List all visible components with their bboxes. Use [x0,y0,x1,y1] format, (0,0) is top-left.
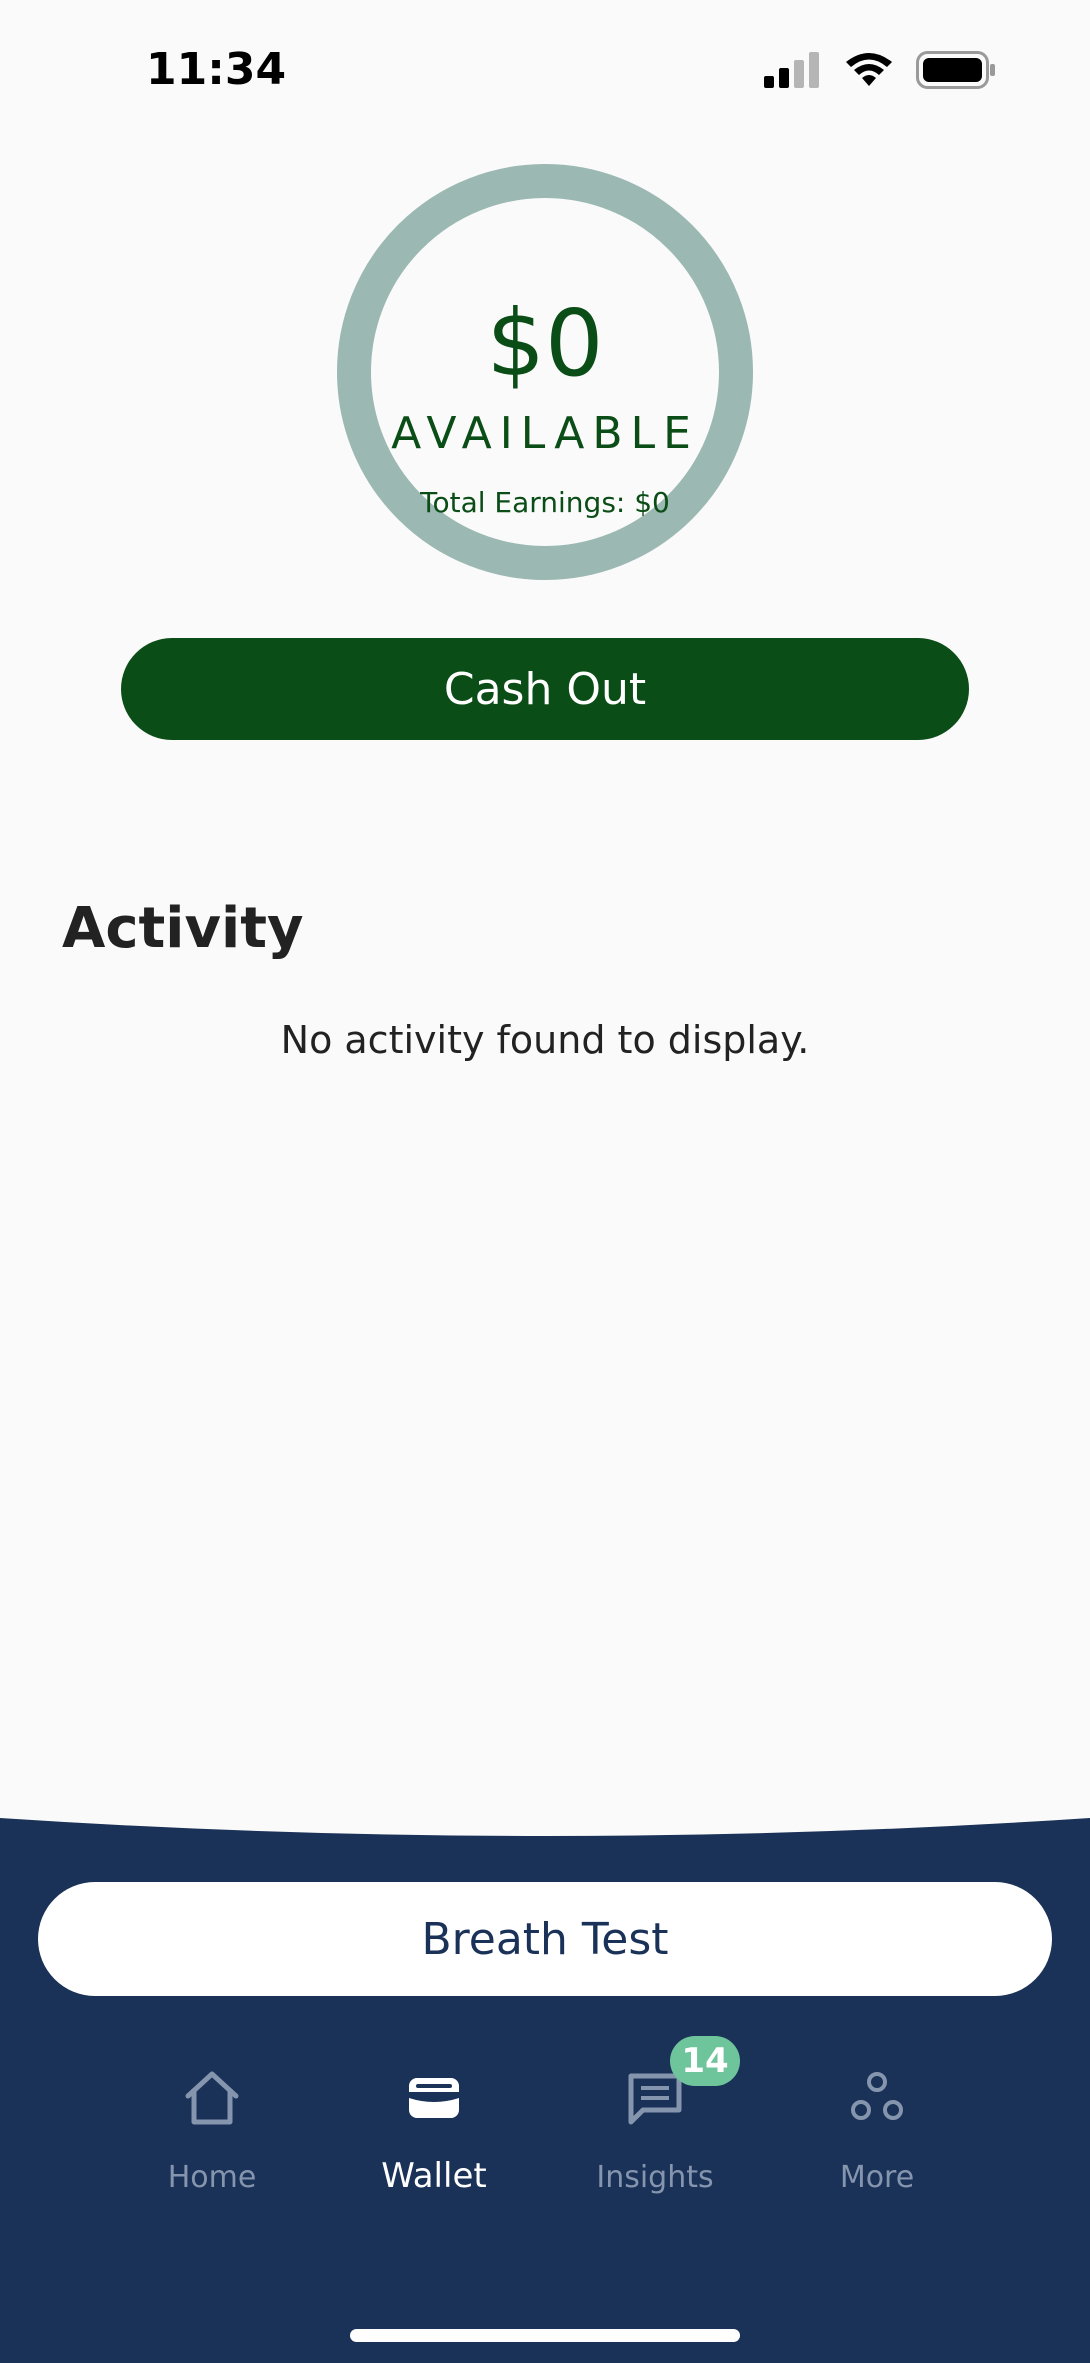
wallet-icon [404,2068,464,2128]
balance-available-label: AVAILABLE [391,408,699,459]
balance-ring: $0 AVAILABLE Total Earnings: $0 [337,164,753,580]
tab-wallet[interactable]: Wallet [334,2068,534,2208]
activity-title: Activity [62,896,304,961]
tab-wallet-label: Wallet [381,2156,487,2196]
breath-test-button[interactable]: Breath Test [38,1882,1052,1996]
more-icon [847,2068,907,2128]
bottom-panel: Breath Test Home Wallet Insights 14 More [0,1810,1090,2363]
tab-insights[interactable]: Insights [555,2068,755,2208]
total-earnings: Total Earnings: $0 [420,486,670,519]
cash-out-button[interactable]: Cash Out [121,638,969,740]
tab-insights-label: Insights [596,2160,714,2195]
tab-home-label: Home [167,2160,257,2195]
wifi-icon [844,52,894,93]
home-icon [182,2068,242,2128]
activity-empty-message: No activity found to display. [280,1018,810,1062]
status-bar: 11:34 [0,0,1090,140]
tab-home[interactable]: Home [112,2068,312,2208]
battery-icon [916,50,996,94]
insights-badge: 14 [670,2036,740,2086]
status-icons [764,50,996,94]
tab-more[interactable]: More [777,2068,977,2208]
home-indicator[interactable] [350,2329,740,2342]
tab-more-label: More [839,2160,915,2195]
signal-icon [764,51,822,93]
status-time: 11:34 [146,44,287,95]
balance-amount: $0 [486,290,604,397]
